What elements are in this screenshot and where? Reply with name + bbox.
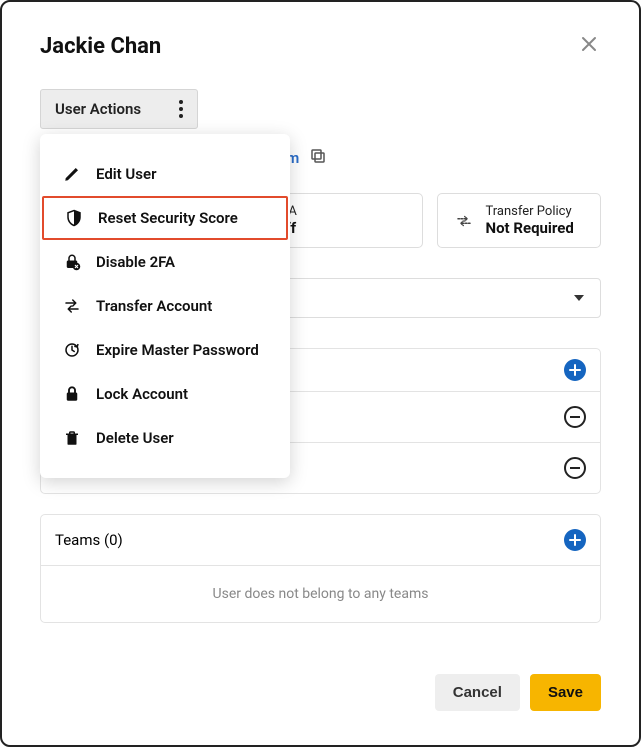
menu-item-label: Transfer Account <box>96 297 212 315</box>
minus-icon <box>570 416 580 418</box>
transfer-icon <box>454 211 474 231</box>
user-detail-modal: Jackie Chan User Actions com <box>12 12 629 735</box>
menu-item-label: Edit User <box>96 165 156 183</box>
shield-icon <box>64 208 84 228</box>
chevron-down-icon <box>574 295 584 301</box>
minus-icon <box>570 467 580 469</box>
modal-header: Jackie Chan <box>40 32 601 61</box>
menu-item-label: Delete User <box>96 429 174 447</box>
page-title: Jackie Chan <box>40 34 161 59</box>
user-actions-button[interactable]: User Actions <box>40 89 198 129</box>
close-icon <box>581 36 597 52</box>
trash-icon <box>62 428 82 448</box>
teams-header-label: Teams (0) <box>55 531 123 549</box>
menu-item-label: Disable 2FA <box>96 253 175 271</box>
transfer-policy-label: Transfer Policy <box>486 204 574 219</box>
lock-x-icon <box>62 252 82 272</box>
menu-item-label: Lock Account <box>96 385 188 403</box>
transfer-policy-value: Not Required <box>486 219 574 237</box>
menu-item-reset-security-score[interactable]: Reset Security Score <box>42 196 288 240</box>
transfer-policy-card: Transfer Policy Not Required <box>437 193 602 248</box>
modal-backdrop: Jackie Chan User Actions com <box>0 0 641 747</box>
teams-section: Teams (0) User does not belong to any te… <box>40 514 601 623</box>
add-role-button[interactable] <box>564 359 586 381</box>
menu-item-expire-master-password[interactable]: Expire Master Password <box>40 328 290 372</box>
remove-role-button[interactable] <box>564 457 586 479</box>
menu-item-label: Expire Master Password <box>96 341 259 359</box>
menu-item-lock-account[interactable]: Lock Account <box>40 372 290 416</box>
copy-button[interactable] <box>309 147 327 169</box>
menu-item-label: Reset Security Score <box>98 209 238 227</box>
menu-item-edit-user[interactable]: Edit User <box>40 152 290 196</box>
close-button[interactable] <box>577 32 601 61</box>
lock-icon <box>62 384 82 404</box>
transfer-arrows-icon <box>62 296 82 316</box>
user-actions-label: User Actions <box>55 100 141 118</box>
cancel-button[interactable]: Cancel <box>435 674 520 711</box>
refresh-clock-icon <box>62 340 82 360</box>
copy-icon <box>309 147 327 165</box>
menu-item-disable-2fa[interactable]: Disable 2FA <box>40 240 290 284</box>
save-button[interactable]: Save <box>530 674 601 711</box>
plus-icon <box>569 364 581 376</box>
user-actions-menu: Edit User Reset Security Score Disable 2… <box>40 134 290 478</box>
add-team-button[interactable] <box>564 529 586 551</box>
teams-header: Teams (0) <box>41 515 600 566</box>
menu-item-transfer-account[interactable]: Transfer Account <box>40 284 290 328</box>
plus-icon <box>569 534 581 546</box>
modal-footer: Cancel Save <box>40 656 601 711</box>
menu-item-delete-user[interactable]: Delete User <box>40 416 290 460</box>
more-vertical-icon <box>179 100 183 118</box>
teams-empty-message: User does not belong to any teams <box>41 566 600 622</box>
remove-role-button[interactable] <box>564 406 586 428</box>
pencil-icon <box>62 164 82 184</box>
